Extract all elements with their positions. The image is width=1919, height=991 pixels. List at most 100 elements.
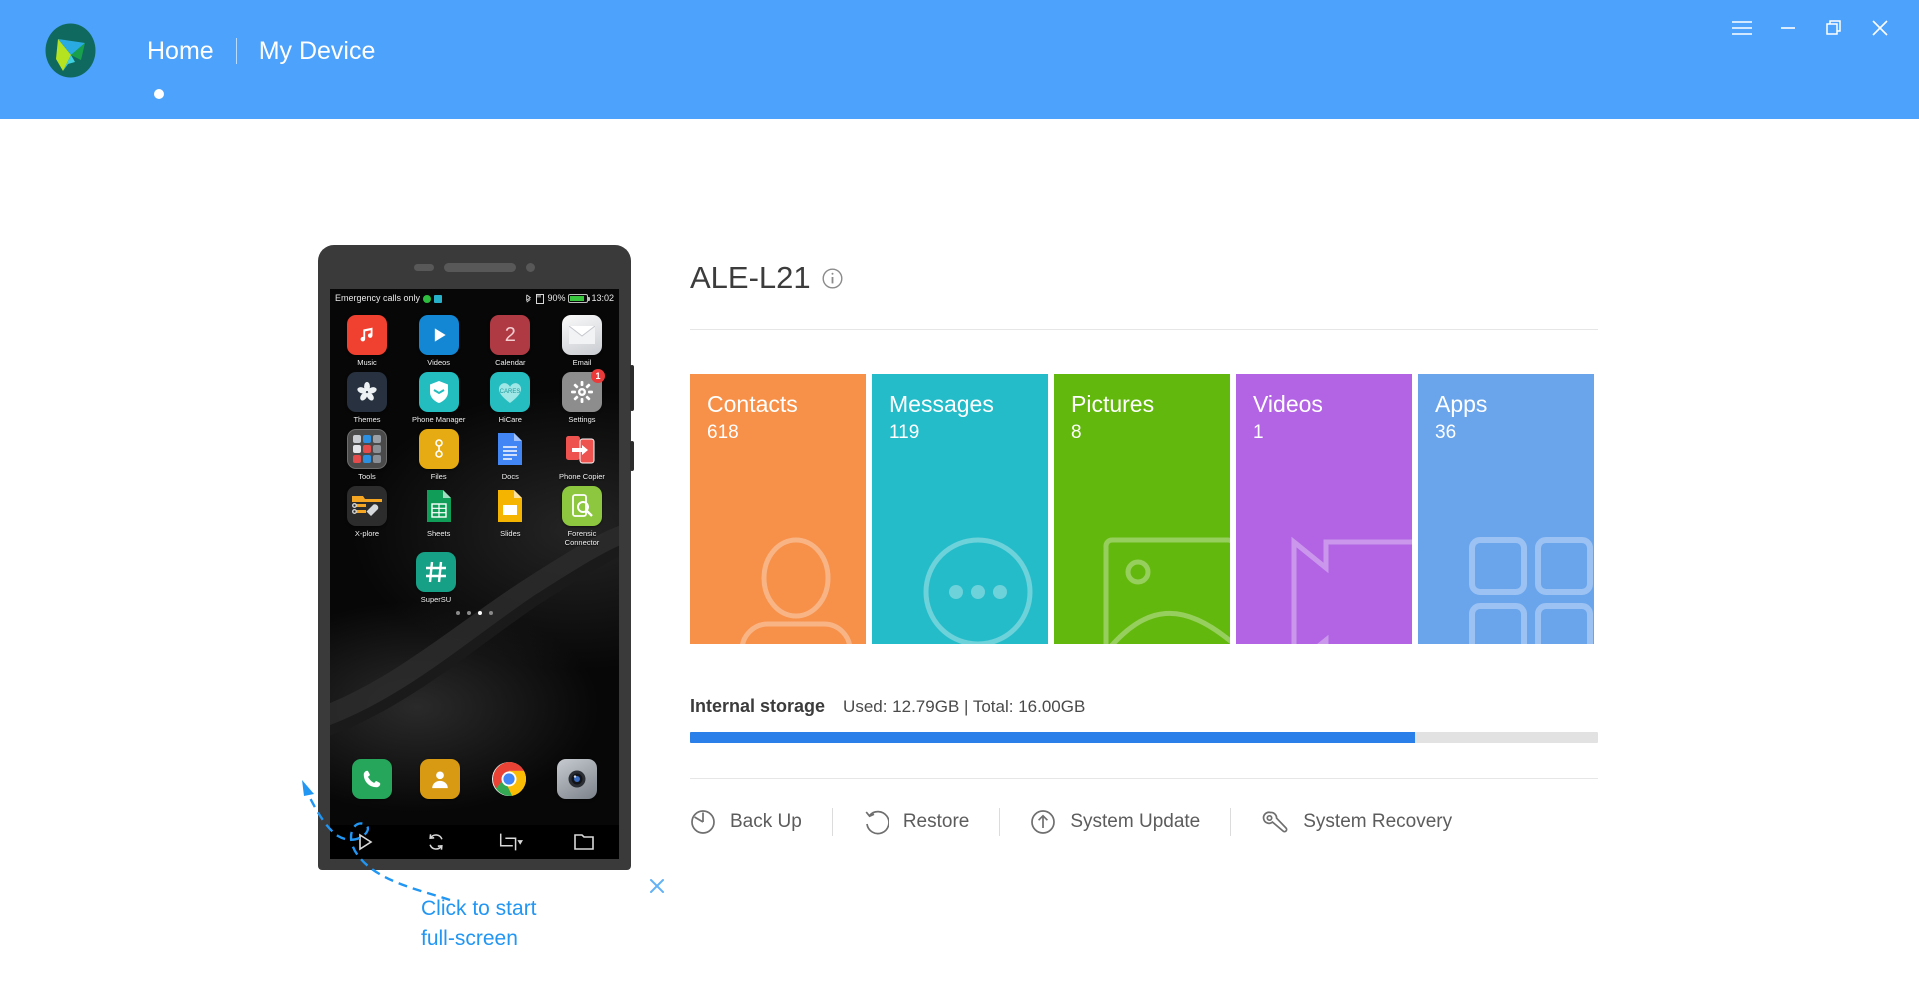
app-row: SuperSU (336, 552, 613, 604)
front-camera-icon (526, 262, 535, 272)
tile-title: Contacts (707, 391, 798, 417)
app-label: Slides (500, 529, 521, 538)
power-button[interactable] (630, 441, 634, 471)
app-row: Tools Files Docs Phone Copier (336, 429, 613, 481)
page-dot[interactable] (489, 611, 493, 615)
fullscreen-play-button[interactable] (355, 832, 375, 852)
app-label: Email (572, 358, 592, 367)
app-phone-copier[interactable]: Phone Copier (551, 429, 613, 481)
info-circle-icon[interactable] (822, 267, 843, 289)
screenshot-crop-button[interactable] (497, 832, 523, 852)
photo-frame-icon (1103, 537, 1230, 644)
divider (690, 329, 1598, 330)
app-videos[interactable]: Videos (408, 315, 470, 367)
spreadsheet-icon (419, 486, 459, 526)
music-note-icon (347, 315, 387, 355)
chat-bubble-icon (923, 537, 1033, 644)
app-label: Videos (427, 358, 451, 367)
app-calendar[interactable]: 2 Calendar (479, 315, 541, 367)
action-label: System Update (1070, 811, 1201, 832)
dock-phone[interactable] (341, 759, 403, 799)
app-files[interactable]: Files (408, 429, 470, 481)
menu-icon[interactable] (1719, 8, 1765, 48)
app-label: Sheets (426, 529, 451, 538)
tile-count: 1 (1253, 422, 1264, 443)
app-grid: Music Videos 2 Calendar Email Themes Pho… (330, 311, 619, 615)
app-docs[interactable]: Docs (479, 429, 541, 481)
backup-button[interactable]: Back Up (690, 809, 802, 835)
app-themes[interactable]: Themes (336, 372, 398, 424)
app-label: SuperSU (420, 595, 452, 604)
tile-messages[interactable]: Messages 119 (872, 374, 1048, 644)
app-phone-manager[interactable]: Phone Manager (408, 372, 470, 424)
phone-dock (330, 759, 619, 799)
system-update-button[interactable]: System Update (1030, 809, 1200, 835)
phone-icon (352, 759, 393, 799)
app-label: Phone Manager (411, 415, 466, 424)
folder-group-icon (347, 429, 387, 469)
category-tiles: Contacts 618 Messages 119 Pictures 8 Vid… (690, 374, 1600, 644)
window-controls (1719, 8, 1903, 48)
dock-contacts[interactable] (409, 759, 471, 799)
person-icon (420, 759, 461, 799)
hash-icon (416, 552, 456, 592)
restore-button[interactable]: Restore (863, 809, 969, 835)
svg-text:CARES: CARES (500, 389, 521, 395)
tile-videos[interactable]: Videos 1 (1236, 374, 1412, 644)
nav-item-my-device[interactable]: My Device (237, 36, 398, 66)
tile-count: 119 (889, 422, 920, 443)
minimize-icon[interactable] (1765, 8, 1811, 48)
app-label: Phone Copier (559, 472, 605, 481)
tile-count: 8 (1071, 422, 1082, 443)
magnifier-phone-icon (561, 486, 602, 526)
app-xplore[interactable]: X-plore (336, 486, 398, 547)
page-dot[interactable] (456, 611, 460, 615)
device-title-row: ALE-L21 (690, 258, 1600, 298)
system-recovery-button[interactable]: System Recovery (1261, 809, 1452, 835)
storage-label: Internal storage (690, 696, 826, 716)
sensor-icon (414, 263, 434, 271)
app-hicare[interactable]: CARES HiCare (479, 372, 541, 424)
refresh-button[interactable] (426, 832, 446, 852)
heart-icon: CARES (490, 372, 531, 412)
app-label: Themes (353, 415, 381, 424)
phone-copy-icon (562, 429, 602, 469)
folder-button[interactable] (573, 833, 594, 851)
volume-button[interactable] (630, 365, 634, 411)
phone-screen[interactable]: Emergency calls only 90% 13:02 Music Vid… (330, 289, 619, 825)
page-dot[interactable] (467, 611, 471, 615)
app-forensic-connector[interactable]: Forensic Connector (551, 486, 613, 547)
dock-chrome[interactable] (478, 759, 540, 799)
restore-icon[interactable] (1811, 8, 1857, 48)
clock-label: 13:02 (591, 293, 614, 303)
app-label: Music (357, 358, 377, 367)
app-email[interactable]: Email (551, 315, 613, 367)
grid-icon (1469, 537, 1593, 644)
app-tools[interactable]: Tools (336, 429, 398, 481)
page-dot-active[interactable] (478, 611, 482, 615)
app-label: HiCare (498, 415, 522, 424)
shield-icon (418, 372, 459, 412)
app-slides[interactable]: Slides (479, 486, 541, 547)
tile-pictures[interactable]: Pictures 8 (1054, 374, 1230, 644)
app-sheets[interactable]: Sheets (408, 486, 470, 547)
app-row: Themes Phone Manager CARES HiCare 1 Sett… (336, 369, 613, 424)
title-bar: Home My Device (0, 0, 1919, 119)
divider (690, 778, 1598, 779)
app-label: Calendar (495, 358, 526, 367)
tile-contacts[interactable]: Contacts 618 (690, 374, 866, 644)
annotation-line-1: Click to start (421, 897, 537, 920)
app-label: Docs (501, 472, 519, 481)
tile-count: 618 (707, 422, 739, 443)
app-supersu[interactable]: SuperSU (405, 552, 467, 604)
nav-item-home[interactable]: Home (125, 36, 236, 66)
dock-camera[interactable] (546, 759, 608, 799)
chrome-icon (489, 759, 529, 799)
close-icon[interactable] (1857, 8, 1903, 48)
annotation-text: Click to start full-screen (421, 894, 611, 954)
app-settings[interactable]: 1 Settings (551, 369, 613, 424)
action-label: System Recovery (1303, 811, 1453, 832)
annotation-close-icon[interactable] (643, 872, 671, 900)
tile-apps[interactable]: Apps 36 (1418, 374, 1594, 644)
app-music[interactable]: Music (336, 315, 398, 367)
